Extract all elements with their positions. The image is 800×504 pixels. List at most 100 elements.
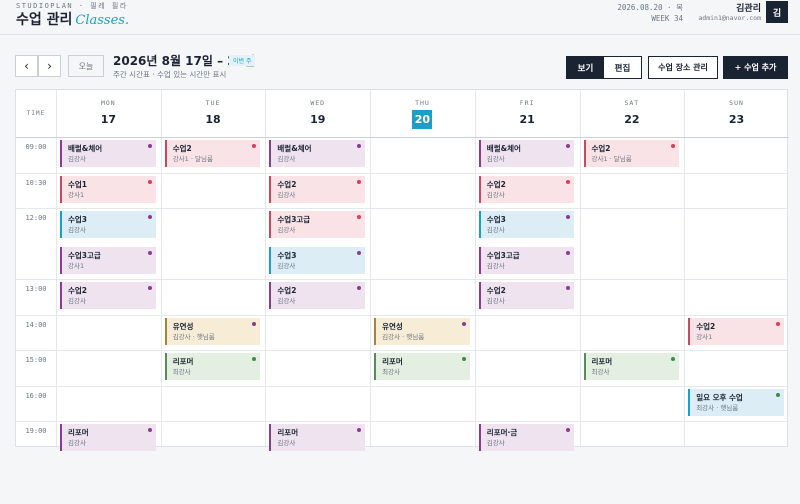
class-event[interactable]: 리포머 최강사 [374, 353, 470, 380]
status-dot-icon [775, 321, 780, 326]
event-title: 배럴&체어 [277, 144, 312, 153]
day-name: MON [100, 99, 116, 107]
day-name: WED [310, 99, 326, 107]
user-email: admin1@navor.com [698, 14, 761, 22]
chevron-left-icon: ‹ [24, 59, 29, 73]
event-title: 수업2 [172, 144, 192, 153]
status-dot-icon [252, 357, 257, 361]
class-event[interactable]: 리포머 김강사 [60, 424, 156, 451]
event-instructor: 김강사 · 햇님룸 [172, 332, 215, 341]
class-event[interactable]: 수업3고급 강사1 [60, 246, 156, 274]
class-event[interactable]: 리포머 김강사 [269, 424, 366, 451]
event-instructor: 강사1 · 달님룸 [591, 155, 632, 163]
class-event[interactable]: 수업2 강사1 · 달님룸 [583, 140, 680, 167]
event-instructor: 김강사 [486, 297, 505, 305]
class-event[interactable]: 리포머 최강사 [583, 353, 680, 380]
column-divider [684, 90, 686, 448]
event-title: 배럴&체어 [486, 144, 521, 153]
day-number: 22 [624, 113, 640, 126]
today-button[interactable]: 오늘 [68, 55, 104, 77]
day-header[interactable]: SUN 23 [684, 90, 789, 137]
class-event[interactable]: 수업2 강사1 · 달님룸 [164, 140, 261, 167]
day-number: 21 [519, 113, 535, 126]
class-event[interactable]: 수업2 김강사 [478, 175, 575, 203]
status-dot-icon [671, 144, 676, 148]
day-name: TUE [205, 99, 221, 107]
event-instructor: 김강사 [486, 155, 505, 163]
status-dot-icon [357, 144, 362, 148]
class-event[interactable]: 리포머·금 김강사 [478, 424, 575, 451]
event-instructor: 최강사 [591, 368, 610, 376]
status-dot-icon [357, 286, 362, 290]
time-label: 19:00 [25, 427, 47, 435]
day-header[interactable]: WED 19 [265, 90, 370, 137]
status-dot-icon [252, 144, 257, 148]
status-dot-icon [147, 286, 152, 290]
event-instructor: 김강사 [486, 226, 505, 234]
add-class-button[interactable]: + 수업 추가 [723, 56, 788, 79]
class-event[interactable]: 수업2 강사1 [688, 317, 784, 345]
status-dot-icon [357, 428, 362, 432]
event-instructor: 최강사 [172, 368, 191, 376]
event-title: 수업3 [486, 215, 506, 224]
class-event[interactable]: 배럴&체어 김강사 [269, 140, 366, 167]
status-dot-icon [775, 392, 780, 397]
event-instructor: 김강사 · 햇님룸 [382, 332, 425, 341]
class-event[interactable]: 수업3 김강사 [269, 246, 366, 274]
class-event[interactable]: 수업3 김강사 [478, 211, 575, 238]
class-event[interactable]: 수업2 김강사 [478, 282, 575, 309]
class-event[interactable]: 수업2 김강사 [60, 282, 156, 309]
day-header[interactable]: TUE 18 [161, 90, 266, 137]
class-event[interactable]: 유연성 김강사 · 햇님룸 [374, 317, 470, 345]
edit-mode-button[interactable]: 편집 [604, 57, 641, 78]
status-dot-icon [357, 215, 362, 219]
event-title: 리포머 [277, 428, 299, 437]
day-number: 17 [100, 113, 116, 126]
day-header[interactable]: FRI 21 [475, 90, 580, 137]
event-instructor: 김강사 [277, 190, 296, 199]
status-dot-icon [357, 250, 362, 255]
event-title: 수업2 [486, 179, 506, 189]
class-event[interactable]: 일요 오후 수업 최강사 · 햇님룸 [688, 388, 784, 416]
column-divider [160, 90, 162, 448]
class-event[interactable]: 수업2 김강사 [269, 175, 366, 203]
event-instructor: 강사1 [696, 332, 713, 341]
user-name: 김관리 [736, 4, 761, 14]
status-dot-icon [147, 250, 152, 255]
prev-week-button[interactable]: ‹ [15, 55, 38, 77]
event-title: 수업3 [68, 215, 88, 224]
column-divider [265, 90, 267, 448]
page-title-accent: Classes. [75, 13, 130, 28]
class-event[interactable]: 수업3고급 김강사 [269, 211, 366, 238]
class-event[interactable]: 수업3 김강사 [60, 211, 156, 238]
row-divider [16, 385, 789, 387]
view-mode-button[interactable]: 보기 [567, 57, 604, 78]
day-header[interactable]: THU 20 [370, 90, 475, 137]
event-title: 배럴&체어 [68, 144, 103, 153]
event-title: 유연성 [172, 321, 194, 331]
event-title: 수업3고급 [68, 250, 101, 260]
time-label: 12:00 [25, 214, 47, 222]
header-divider [16, 137, 789, 138]
class-event[interactable]: 배럴&체어 김강사 [60, 140, 156, 167]
next-week-button[interactable]: › [38, 55, 61, 77]
event-title: 일요 오후 수업 [696, 392, 743, 402]
event-title: 수업3고급 [486, 250, 520, 260]
avatar[interactable]: 김 [766, 1, 788, 23]
class-event[interactable]: 수업1 강사1 [60, 175, 156, 203]
app-header: STUDIOPLAN · 필레 필라 수업 관리 Classes. 2026.08… [0, 0, 800, 35]
class-event[interactable]: 유연성 김강사 · 햇님룸 [164, 317, 261, 345]
day-header[interactable]: MON 17 [56, 90, 161, 137]
day-header[interactable]: SAT 22 [580, 90, 685, 137]
manage-venues-button[interactable]: 수업 장소 관리 [648, 56, 718, 79]
class-event[interactable]: 배럴&체어김강사 [478, 140, 575, 167]
class-event[interactable]: 리포머 최강사 [164, 353, 261, 380]
row-divider [16, 350, 789, 351]
row-divider [16, 279, 789, 280]
status-dot-icon [147, 428, 152, 432]
view-mode-toggle: 보기 편집 [566, 56, 642, 79]
event-instructor: 김강사 [486, 261, 505, 270]
class-event[interactable]: 수업2 김강사 [269, 282, 366, 309]
class-event[interactable]: 수업3고급 김강사 [478, 246, 575, 274]
status-dot-icon [461, 357, 466, 361]
